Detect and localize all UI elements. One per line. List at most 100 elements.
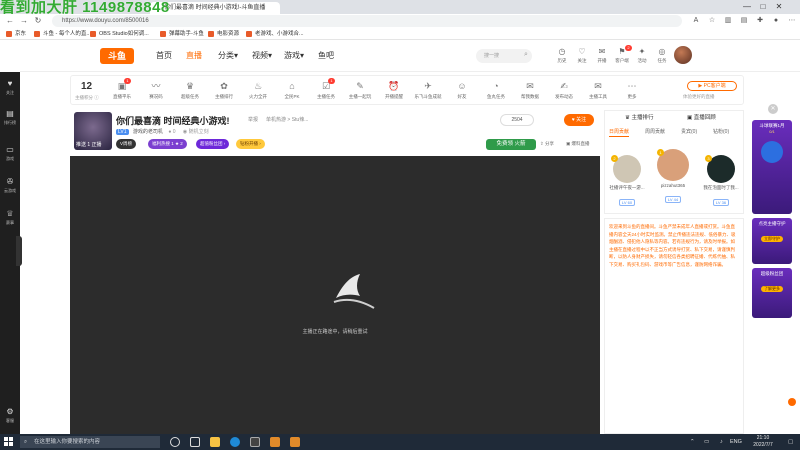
bookmark-item[interactable]: OBS Studio如何调... [90,29,149,39]
promo-card-fanclub[interactable]: 超级粉丝团 了解更多 [752,268,792,318]
tab-vip[interactable]: 贵宾(0) [681,127,697,137]
client-button[interactable]: ⚑ 客户端 2 [612,45,632,68]
follow-button[interactable]: ♡ 关注 [572,46,592,68]
toolbar-item[interactable]: ⏰ 开播提醒 [379,79,409,103]
windows-start-icon[interactable] [4,437,14,447]
translate-icon[interactable]: A [690,15,702,27]
toolbar-item[interactable]: ✉ 帮我数据 [515,79,545,103]
streamer-avatar[interactable]: 推送 1 正播 [74,112,112,150]
obs-icon[interactable] [250,437,260,447]
task-view-icon[interactable] [190,437,200,447]
promo-button[interactable]: 立即守护 [761,236,783,242]
fan-club-pill[interactable]: 超值粉丝团 › [196,139,230,149]
bookmark-item[interactable]: 弹幕助手-斗鱼 [160,29,204,39]
douyu-assistant-icon[interactable] [290,437,300,447]
nav-home[interactable]: 首页 [156,50,172,62]
toolbar-item[interactable]: ♛ 超级任务 [175,79,205,103]
sidebar-item-games[interactable]: ▭ 游戏 [0,144,20,166]
start-live-button[interactable]: ✉ 开播 [592,46,612,68]
sidebar-item-support[interactable]: ⚙ 客服 [0,406,20,428]
share-button[interactable]: ⇪ 分享 [540,141,554,147]
user-avatar[interactable] [674,46,692,64]
promo-card-league[interactable]: 斗球联赛1月 0/1 [752,120,792,214]
profile-icon[interactable]: ● [770,15,782,27]
diamond-fan-pill[interactable]: 钻粉开播 › [236,139,265,149]
anchor-rank-header[interactable]: ♛ 主播排行 [625,113,653,121]
favorite-icon[interactable]: ☆ [706,15,718,27]
taskbar-clock[interactable]: 21:10 2022/7/7 [740,435,786,449]
forward-icon[interactable]: → [18,15,30,27]
toolbar-item[interactable]: ✍ 发布动态 [549,79,579,103]
free-gift-button[interactable]: 免费领 火箭 [486,139,536,150]
toolbar-item[interactable]: ☺ 好友 [447,79,477,103]
toolbar-item[interactable]: 〰赛况码 [141,79,171,103]
sidebar-item-esports[interactable]: ♕ 赛事 [0,208,20,230]
tray-chevron-icon[interactable]: ⌃ [690,437,695,447]
sidebar-item-follow[interactable]: ♥ 关注 [0,78,20,100]
bookmark-item[interactable]: 京东 [6,29,26,39]
nav-video[interactable]: 视频▾ [252,50,272,62]
maximize-button[interactable]: □ [756,1,770,13]
tab-daily[interactable]: 日周贡献 [609,127,630,137]
history-button[interactable]: ◷ 历史 [552,46,572,68]
toolbar-item[interactable]: ⌂ 全民PK [277,79,307,103]
collections-icon[interactable]: ▤ [738,15,750,27]
sidebar-item-cloud-games[interactable]: ✇ 云游戏 [0,176,20,198]
douyu-logo[interactable]: 斗鱼 [100,48,134,64]
cortana-icon[interactable] [170,437,180,447]
client-watch-button[interactable]: ▣ 爆料直播 [566,141,590,147]
rank-user-2[interactable]: 2 社播评午夜一游... LV 60 [607,155,647,209]
douyu-app-icon[interactable] [270,437,280,447]
sidebar-item-ranking[interactable]: ▤ 排行榜 [0,108,20,130]
report-link[interactable]: 举报 [248,116,258,123]
file-explorer-icon[interactable] [210,437,220,447]
edge-browser-icon[interactable] [230,437,240,447]
toolbar-item[interactable]: ✈ 乐飞斗鱼成就 [413,79,443,103]
split-screen-icon[interactable]: ▥ [722,15,734,27]
float-toggle-icon[interactable] [788,398,796,406]
menu-icon[interactable]: ⋯ [786,15,798,27]
toolbar-item[interactable]: ✎ 主播一起玩 [345,79,375,103]
volume-icon[interactable]: ♪ [720,437,723,447]
close-window-button[interactable]: ✕ [772,1,786,13]
promo-card-guard[interactable]: 点亮主播守护 立即守护 [752,218,792,264]
follow-streamer-button[interactable]: ♥ 关注 [564,114,594,126]
promo-button[interactable]: 了解更多 [761,286,783,292]
tab-diamond[interactable]: 钻粉(0) [713,127,729,137]
toolbar-item[interactable]: ⋯ 更多 [617,79,647,103]
bookmark-item[interactable]: 电影资源 [208,29,239,39]
reload-icon[interactable]: ↻ [32,15,44,27]
pc-client-button[interactable]: ▶ PC客户端 [687,81,737,91]
replay-header[interactable]: ▣ 直播回顾 [687,113,716,121]
search-icon[interactable]: ⌕ [524,51,528,59]
bookmark-item[interactable]: 老游戏、小游戏合... [246,29,304,39]
sidebar-collapse-handle[interactable] [16,236,22,266]
rank-user-3[interactable]: 3 我在泡面时了我... LV 36 [701,155,741,209]
extensions-icon[interactable]: ✚ [754,15,766,27]
video-player[interactable]: 主播正在路途中，请稍后重试 [70,156,600,434]
toolbar-item[interactable]: ☑ 主播任务 1 [311,78,341,103]
bookmark-item[interactable]: 斗鱼 - 每个人的直... [34,29,91,39]
taskbar-search-input[interactable]: ⌕ 在这里输入你要搜索的内容 [20,436,160,448]
streamer-name[interactable]: 游戏的老司机 [133,129,163,135]
address-bar[interactable]: https://www.douyu.com/8500016 [52,15,682,27]
random-link[interactable]: ◉ 随机立刻 [183,129,209,135]
toolbar-item[interactable]: ✿ 主播排行 [209,79,239,103]
activity-button[interactable]: ✦ 活动 [632,46,652,68]
tab-weekly[interactable]: 周周贡献 [645,127,665,137]
nav-games[interactable]: 游戏▾ [284,50,304,62]
toolbar-item[interactable]: ♨ 火力全开 [243,79,273,103]
network-icon[interactable]: ▭ [704,437,709,447]
nav-live[interactable]: 直播 [186,50,202,62]
toolbar-item[interactable]: ◔ 鱼丸任务 [481,79,511,103]
welfare-pill[interactable]: 福利热搜 1 ★ 2 [148,139,187,149]
minimize-button[interactable]: — [740,1,754,13]
nav-yuba[interactable]: 鱼吧 [318,50,334,62]
category-link[interactable]: 单机热游 > Stu辣... [266,116,308,123]
rank-user-1[interactable]: 1 pizzahut365 LV 44 [653,149,693,206]
nav-category[interactable]: 分类▾ [218,50,238,62]
weekly-rank-pill[interactable]: V周榜 [116,139,137,149]
notification-center-icon[interactable]: ▢ [788,437,793,447]
toolbar-item[interactable]: ▣ 直播平乐 1 [107,78,137,103]
back-icon[interactable]: ← [4,15,16,27]
